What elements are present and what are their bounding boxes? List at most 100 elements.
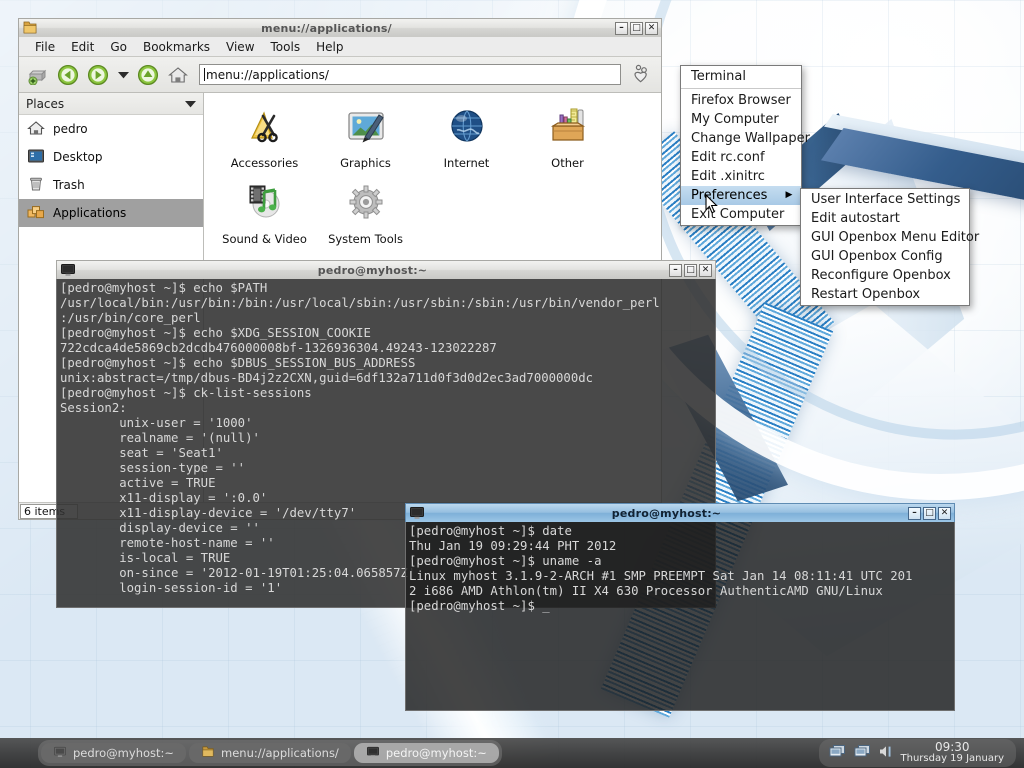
terminal-2-output[interactable]: [pedro@myhost ~]$ date Thu Jan 19 09:29:… bbox=[405, 522, 955, 711]
menu-bookmarks[interactable]: Bookmarks bbox=[135, 38, 218, 56]
menubar[interactable]: File Edit Go Bookmarks View Tools Help bbox=[19, 37, 661, 57]
menu-item-label: Reconfigure Openbox bbox=[811, 268, 951, 283]
sidebar-item-trash[interactable]: Trash bbox=[19, 171, 203, 199]
home-icon[interactable] bbox=[165, 62, 191, 88]
folder-item-accessories[interactable]: Accessories bbox=[214, 101, 315, 177]
menu-item-user-interface-settings[interactable]: User Interface Settings bbox=[801, 190, 969, 209]
terminal-window-2[interactable]: pedro@myhost:~ – □ ✕ [pedro@myhost ~]$ d… bbox=[405, 503, 955, 711]
menu-item-gui-openbox-config[interactable]: GUI Openbox Config bbox=[801, 247, 969, 266]
places-header-label: Places bbox=[26, 96, 65, 111]
places-header[interactable]: Places bbox=[19, 93, 203, 115]
minimize-button[interactable]: – bbox=[669, 263, 682, 277]
sidebar-item-desktop[interactable]: Desktop bbox=[19, 143, 203, 171]
new-tab-icon[interactable] bbox=[25, 62, 51, 88]
task-button-label: menu://applications/ bbox=[221, 746, 339, 760]
minimize-button[interactable]: – bbox=[615, 21, 628, 35]
menu-item-label: Edit autostart bbox=[811, 211, 900, 226]
menu-item-exit-computer[interactable]: Exit Computer ▶ bbox=[681, 205, 809, 224]
menu-item-label: User Interface Settings bbox=[811, 192, 961, 207]
path-input[interactable]: menu://applications/ bbox=[199, 64, 621, 85]
menu-item-preferences[interactable]: Preferences ▶ bbox=[681, 186, 801, 205]
menu-item-reconfigure-openbox[interactable]: Reconfigure Openbox bbox=[801, 266, 969, 285]
menu-item-my-computer[interactable]: My Computer bbox=[681, 110, 801, 129]
folder-item-graphics[interactable]: Graphics bbox=[315, 101, 416, 177]
terminal-2-titlebar[interactable]: pedro@myhost:~ – □ ✕ bbox=[405, 503, 955, 522]
file-manager-titlebar[interactable]: menu://applications/ – □ ✕ bbox=[18, 18, 662, 37]
clock[interactable]: 09:30 Thursday 19 January bbox=[901, 741, 1005, 764]
task-list[interactable]: pedro@myhost:~ menu://applications/ pedr… bbox=[38, 740, 502, 766]
menu-item-restart-openbox[interactable]: Restart Openbox bbox=[801, 285, 969, 304]
chevron-down-icon[interactable] bbox=[115, 62, 131, 88]
sidebar-item-applications[interactable]: Applications bbox=[19, 199, 203, 227]
menu-item-edit-xinitrc[interactable]: Edit .xinitrc bbox=[681, 167, 801, 186]
submenu-arrow-icon: ▶ bbox=[785, 190, 793, 200]
terminal-2-text: [pedro@myhost ~]$ date Thu Jan 19 09:29:… bbox=[409, 524, 913, 613]
toolbar[interactable]: menu://applications/ bbox=[19, 57, 661, 93]
terminal-icon bbox=[409, 506, 425, 520]
task-button-terminal-2[interactable]: pedro@myhost:~ bbox=[353, 743, 499, 763]
menu-file[interactable]: File bbox=[27, 38, 63, 56]
folder-item-internet[interactable]: Internet bbox=[416, 101, 517, 177]
taskbar[interactable]: pedro@myhost:~ menu://applications/ pedr… bbox=[0, 738, 1024, 768]
menu-item-label: Edit .xinitrc bbox=[691, 169, 765, 184]
sidebar-item-pedro[interactable]: pedro bbox=[19, 115, 203, 143]
file-manager-title: menu://applications/ bbox=[261, 21, 392, 35]
openbox-root-menu[interactable]: Terminal Firefox Browser My Computer Cha… bbox=[680, 65, 810, 226]
up-arrow-icon[interactable] bbox=[135, 62, 161, 88]
volume-icon[interactable] bbox=[879, 744, 893, 762]
icon-grid: Accessories Graphics Internet Other Soun… bbox=[214, 101, 661, 253]
menu-tools[interactable]: Tools bbox=[263, 38, 309, 56]
folder-item-sound-video[interactable]: Sound & Video bbox=[214, 177, 315, 253]
task-button-label: pedro@myhost:~ bbox=[73, 746, 175, 760]
close-button[interactable]: ✕ bbox=[645, 21, 658, 35]
file-manager-window-buttons[interactable]: – □ ✕ bbox=[615, 21, 658, 35]
folder-label: Accessories bbox=[230, 156, 299, 170]
applications-icon bbox=[27, 204, 45, 223]
menu-item-terminal[interactable]: Terminal bbox=[681, 67, 801, 86]
folder-item-other[interactable]: Other bbox=[517, 101, 618, 177]
menu-view[interactable]: View bbox=[218, 38, 262, 56]
folder-item-system-tools[interactable]: System Tools bbox=[315, 177, 416, 253]
close-button[interactable]: ✕ bbox=[938, 506, 951, 520]
menu-item-label: Firefox Browser bbox=[691, 93, 791, 108]
menu-item-firefox-browser[interactable]: Firefox Browser bbox=[681, 91, 801, 110]
menu-separator bbox=[681, 88, 801, 89]
maximize-button[interactable]: □ bbox=[684, 263, 697, 277]
path-value: menu://applications/ bbox=[206, 67, 329, 82]
internet-globe-icon bbox=[444, 104, 490, 153]
menu-item-label: Terminal bbox=[691, 69, 746, 84]
workspace-1-icon[interactable] bbox=[829, 744, 846, 762]
menu-help[interactable]: Help bbox=[308, 38, 351, 56]
menu-item-edit-rc-conf[interactable]: Edit rc.conf bbox=[681, 148, 801, 167]
terminal-icon bbox=[60, 263, 76, 277]
terminal-icon bbox=[53, 746, 67, 761]
accessories-icon bbox=[242, 104, 288, 153]
close-button[interactable]: ✕ bbox=[699, 263, 712, 277]
maximize-button[interactable]: □ bbox=[630, 21, 643, 35]
menu-item-change-wallpaper[interactable]: Change Wallpaper bbox=[681, 129, 810, 148]
terminal-1-window-buttons[interactable]: – □ ✕ bbox=[669, 263, 712, 277]
menu-go[interactable]: Go bbox=[102, 38, 135, 56]
forward-arrow-icon[interactable] bbox=[85, 62, 111, 88]
terminal-1-titlebar[interactable]: pedro@myhost:~ – □ ✕ bbox=[56, 260, 716, 279]
task-button-terminal-1[interactable]: pedro@myhost:~ bbox=[41, 743, 187, 763]
sidebar-item-label: pedro bbox=[53, 122, 88, 136]
terminal-2-window-buttons[interactable]: – □ ✕ bbox=[908, 506, 951, 520]
sidebar-item-label: Applications bbox=[53, 206, 127, 220]
workspace-2-icon[interactable] bbox=[854, 744, 871, 762]
menu-item-edit-autostart[interactable]: Edit autostart bbox=[801, 209, 969, 228]
maximize-button[interactable]: □ bbox=[923, 506, 936, 520]
go-jump-icon[interactable] bbox=[629, 62, 655, 88]
system-tools-gear-icon bbox=[343, 180, 389, 229]
menu-item-gui-openbox-menu-editor[interactable]: GUI Openbox Menu Editor bbox=[801, 228, 979, 247]
preferences-submenu[interactable]: User Interface Settings Edit autostart G… bbox=[800, 188, 979, 306]
back-arrow-icon[interactable] bbox=[55, 62, 81, 88]
menu-item-label: Change Wallpaper bbox=[691, 131, 810, 146]
terminal-icon bbox=[366, 746, 380, 761]
menu-edit[interactable]: Edit bbox=[63, 38, 102, 56]
minimize-button[interactable]: – bbox=[908, 506, 921, 520]
home-icon bbox=[27, 120, 45, 139]
task-button-file-manager[interactable]: menu://applications/ bbox=[189, 743, 351, 763]
system-tray[interactable]: 09:30 Thursday 19 January bbox=[818, 739, 1016, 767]
chevron-down-icon[interactable] bbox=[185, 97, 196, 111]
